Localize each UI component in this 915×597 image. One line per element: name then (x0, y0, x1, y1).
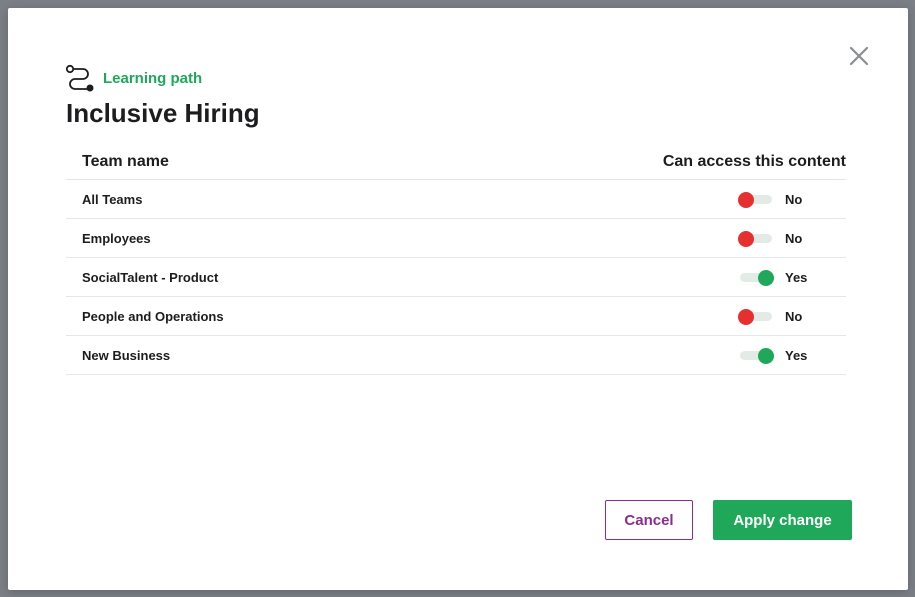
access-status-label: Yes (785, 270, 808, 285)
team-name-cell: Employees (66, 218, 596, 258)
access-toggle[interactable] (738, 269, 774, 286)
access-cell: Yes (596, 335, 846, 375)
access-cell: No (596, 179, 846, 219)
team-name-cell: People and Operations (66, 296, 596, 336)
table-row: People and Operations No (66, 296, 846, 336)
access-toggle[interactable] (738, 308, 772, 325)
toggle-knob (758, 269, 774, 286)
team-access-table: Team name Can access this content All Te… (66, 145, 846, 375)
access-cell: Yes (596, 257, 846, 297)
access-cell: No (596, 218, 846, 258)
table-row: New Business Yes (66, 335, 846, 375)
toggle-knob (758, 347, 774, 364)
cancel-button[interactable]: Cancel (605, 500, 693, 540)
access-toggle[interactable] (738, 191, 772, 208)
page-title: Inclusive Hiring (66, 98, 260, 128)
table-header-row: Team name Can access this content (66, 145, 846, 180)
content-type-eyebrow: Learning path (65, 64, 202, 92)
access-toggle[interactable] (738, 347, 774, 364)
team-name-cell: All Teams (66, 179, 596, 219)
content-type-label: Learning path (103, 69, 203, 87)
table-row: SocialTalent - Product Yes (66, 257, 846, 297)
access-toggle[interactable] (738, 230, 772, 247)
toggle-knob (738, 230, 754, 247)
access-cell: No (596, 296, 846, 336)
access-status-label: No (785, 192, 803, 207)
access-status-label: No (785, 309, 803, 324)
team-name-cell: SocialTalent - Product (66, 257, 596, 297)
toggle-knob (738, 191, 754, 208)
access-modal: Learning path Inclusive Hiring Team name… (8, 8, 908, 590)
toggle-knob (738, 308, 754, 325)
learning-path-icon (65, 64, 95, 92)
close-button[interactable] (848, 45, 870, 67)
team-name-cell: New Business (66, 335, 596, 375)
access-header: Can access this content (596, 145, 846, 180)
access-status-label: Yes (785, 348, 808, 363)
table-row: All Teams No (66, 179, 846, 219)
team-name-header: Team name (66, 145, 596, 180)
apply-change-button[interactable]: Apply change (713, 500, 852, 540)
table-row: Employees No (66, 218, 846, 258)
access-status-label: No (785, 231, 803, 246)
close-icon (849, 46, 869, 66)
